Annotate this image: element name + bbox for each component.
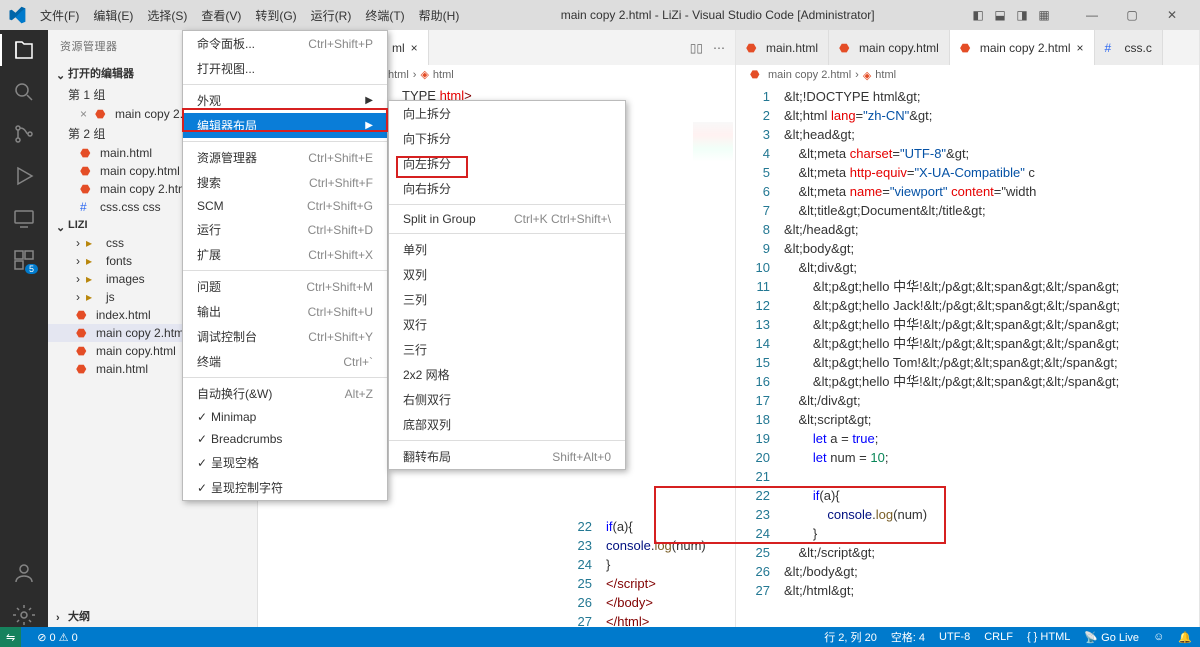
flip-layout[interactable]: 翻转布局Shift+Alt+0 (389, 444, 625, 469)
title-bar: 文件(F) 编辑(E) 选择(S) 查看(V) 转到(G) 运行(R) 终端(T… (0, 0, 1200, 30)
extensions-badge: 5 (25, 264, 38, 274)
status-position[interactable]: 行 2, 列 20 (824, 629, 877, 645)
tabs-right: ⬣main.html ⬣main copy.html ⬣main copy 2.… (736, 30, 1199, 65)
activity-bar: 5 (0, 30, 48, 627)
menu-terminal[interactable]: 终端(T) (359, 5, 410, 26)
status-spaces[interactable]: 空格: 4 (891, 629, 925, 645)
menu-minimap[interactable]: ✓Minimap (183, 406, 387, 428)
layout-right-icon[interactable]: ◨ (1014, 7, 1030, 23)
menu-explorer[interactable]: 资源管理器Ctrl+Shift+E (183, 145, 387, 170)
layout-three-row[interactable]: 三行 (389, 337, 625, 362)
close-button[interactable]: ✕ (1152, 0, 1192, 30)
maximize-button[interactable]: ▢ (1112, 0, 1152, 30)
status-errors[interactable]: ⊘ 0 ⚠ 0 (37, 631, 78, 644)
layout-left-icon[interactable]: ◧ (970, 7, 986, 23)
menu-breadcrumbs[interactable]: ✓Breadcrumbs (183, 428, 387, 450)
menu-run2[interactable]: 运行Ctrl+Shift+D (183, 217, 387, 242)
layout-grid-icon[interactable]: ▦ (1036, 7, 1052, 23)
split-down[interactable]: 向下拆分 (389, 126, 625, 151)
menu-scm[interactable]: SCMCtrl+Shift+G (183, 195, 387, 217)
search-icon[interactable] (12, 80, 36, 104)
split-left[interactable]: 向左拆分 (389, 151, 625, 176)
breadcrumb-right[interactable]: ⬣main copy 2.html › ◈ html (736, 65, 1199, 85)
settings-gear-icon[interactable] (12, 603, 36, 627)
view-menu-dropdown: 命令面板...Ctrl+Shift+P 打开视图... 外观▶ 编辑器布局▶ 资… (182, 30, 388, 501)
minimize-button[interactable]: — (1072, 0, 1112, 30)
tab-maincopy2[interactable]: ⬣main copy 2.html× (950, 30, 1095, 65)
menu-output[interactable]: 输出Ctrl+Shift+U (183, 299, 387, 324)
tab-main[interactable]: ⬣main.html (736, 30, 829, 65)
layout-two-col[interactable]: 双列 (389, 262, 625, 287)
extensions-icon[interactable]: 5 (12, 248, 36, 272)
minimap-left[interactable] (693, 122, 733, 162)
outline-section[interactable]: ›大纲 (48, 605, 257, 627)
status-language[interactable]: { } HTML (1027, 631, 1070, 643)
status-encoding[interactable]: UTF-8 (939, 631, 970, 643)
vscode-logo-icon (8, 6, 26, 24)
source-control-icon[interactable] (12, 122, 36, 146)
menu-open-view[interactable]: 打开视图... (183, 56, 387, 81)
menu-run[interactable]: 运行(R) (305, 5, 358, 26)
layout-bottom-icon[interactable]: ⬓ (992, 7, 1008, 23)
editor-layout-submenu: 向上拆分 向下拆分 向左拆分 向右拆分 Split in GroupCtrl+K… (388, 100, 626, 470)
split-right-icon[interactable]: ▯▯ (690, 41, 703, 55)
editor-group-right: ⬣main.html ⬣main copy.html ⬣main copy 2.… (736, 30, 1200, 627)
tab-maincopy[interactable]: ⬣main copy.html (829, 30, 950, 65)
code-right[interactable]: &lt;!DOCTYPE html&gt;&lt;html lang="zh-C… (784, 85, 1199, 627)
menu-search[interactable]: 搜索Ctrl+Shift+F (183, 170, 387, 195)
status-bell-icon[interactable]: 🔔 (1178, 631, 1192, 644)
layout-three-col[interactable]: 三列 (389, 287, 625, 312)
split-right[interactable]: 向右拆分 (389, 176, 625, 201)
menu-terminal2[interactable]: 终端Ctrl+` (183, 349, 387, 374)
layout-right-tworow[interactable]: 右侧双行 (389, 387, 625, 412)
split-in-group[interactable]: Split in GroupCtrl+K Ctrl+Shift+\ (389, 208, 625, 230)
split-up[interactable]: 向上拆分 (389, 101, 625, 126)
tab-left-active[interactable]: ml× (382, 30, 429, 65)
menu-help[interactable]: 帮助(H) (413, 5, 466, 26)
menu-editor-layout[interactable]: 编辑器布局▶ (183, 113, 387, 138)
menu-debugconsole[interactable]: 调试控制台Ctrl+Shift+Y (183, 324, 387, 349)
menu-appearance[interactable]: 外观▶ (183, 88, 387, 113)
menu-command-palette[interactable]: 命令面板...Ctrl+Shift+P (183, 31, 387, 56)
layout-bottom-twocol[interactable]: 底部双列 (389, 412, 625, 437)
layout-two-row[interactable]: 双行 (389, 312, 625, 337)
menu-bar: 文件(F) 编辑(E) 选择(S) 查看(V) 转到(G) 运行(R) 终端(T… (34, 5, 465, 26)
account-icon[interactable] (12, 561, 36, 585)
menu-problems[interactable]: 问题Ctrl+Shift+M (183, 274, 387, 299)
tab-css[interactable]: #css.c (1095, 30, 1163, 65)
status-feedback-icon[interactable]: ☺ (1153, 631, 1164, 643)
menu-select[interactable]: 选择(S) (141, 5, 193, 26)
layout-2x2[interactable]: 2x2 网格 (389, 362, 625, 387)
layout-single[interactable]: 单列 (389, 237, 625, 262)
more-icon[interactable]: ⋯ (713, 41, 725, 55)
menu-edit[interactable]: 编辑(E) (87, 5, 139, 26)
status-eol[interactable]: CRLF (984, 631, 1013, 643)
status-golive[interactable]: 📡 Go Live (1084, 631, 1139, 644)
window-title: main copy 2.html - LiZi - Visual Studio … (465, 8, 970, 22)
run-debug-icon[interactable] (12, 164, 36, 188)
explorer-icon[interactable] (12, 38, 36, 62)
menu-controlchars[interactable]: ✓呈现控制字符 (183, 475, 387, 500)
menu-view[interactable]: 查看(V) (195, 5, 247, 26)
remote-indicator[interactable]: ⇋ (0, 627, 21, 647)
menu-extensions[interactable]: 扩展Ctrl+Shift+X (183, 242, 387, 267)
menu-wordwrap[interactable]: 自动换行(&W)Alt+Z (183, 381, 387, 406)
gutter-right: 1234567891011121314151617181920212223242… (736, 85, 784, 627)
menu-go[interactable]: 转到(G) (249, 5, 302, 26)
menu-file[interactable]: 文件(F) (34, 5, 85, 26)
remote-icon[interactable] (12, 206, 36, 230)
menu-whitespace[interactable]: ✓呈现空格 (183, 450, 387, 475)
